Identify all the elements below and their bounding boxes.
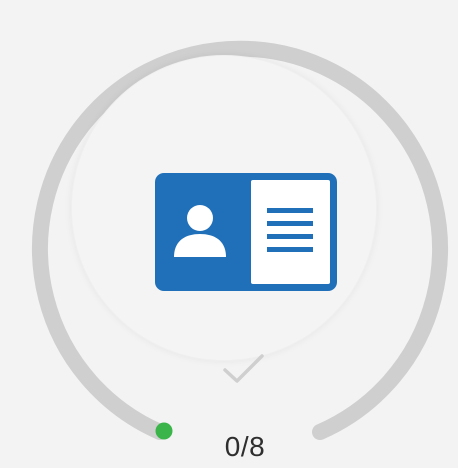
verification-screen: 0/8 [0,0,458,468]
progress-dot [155,422,173,440]
progress-counter: 0/8 [224,431,266,462]
checkmark-icon [223,354,264,383]
id-card-icon [155,173,337,291]
